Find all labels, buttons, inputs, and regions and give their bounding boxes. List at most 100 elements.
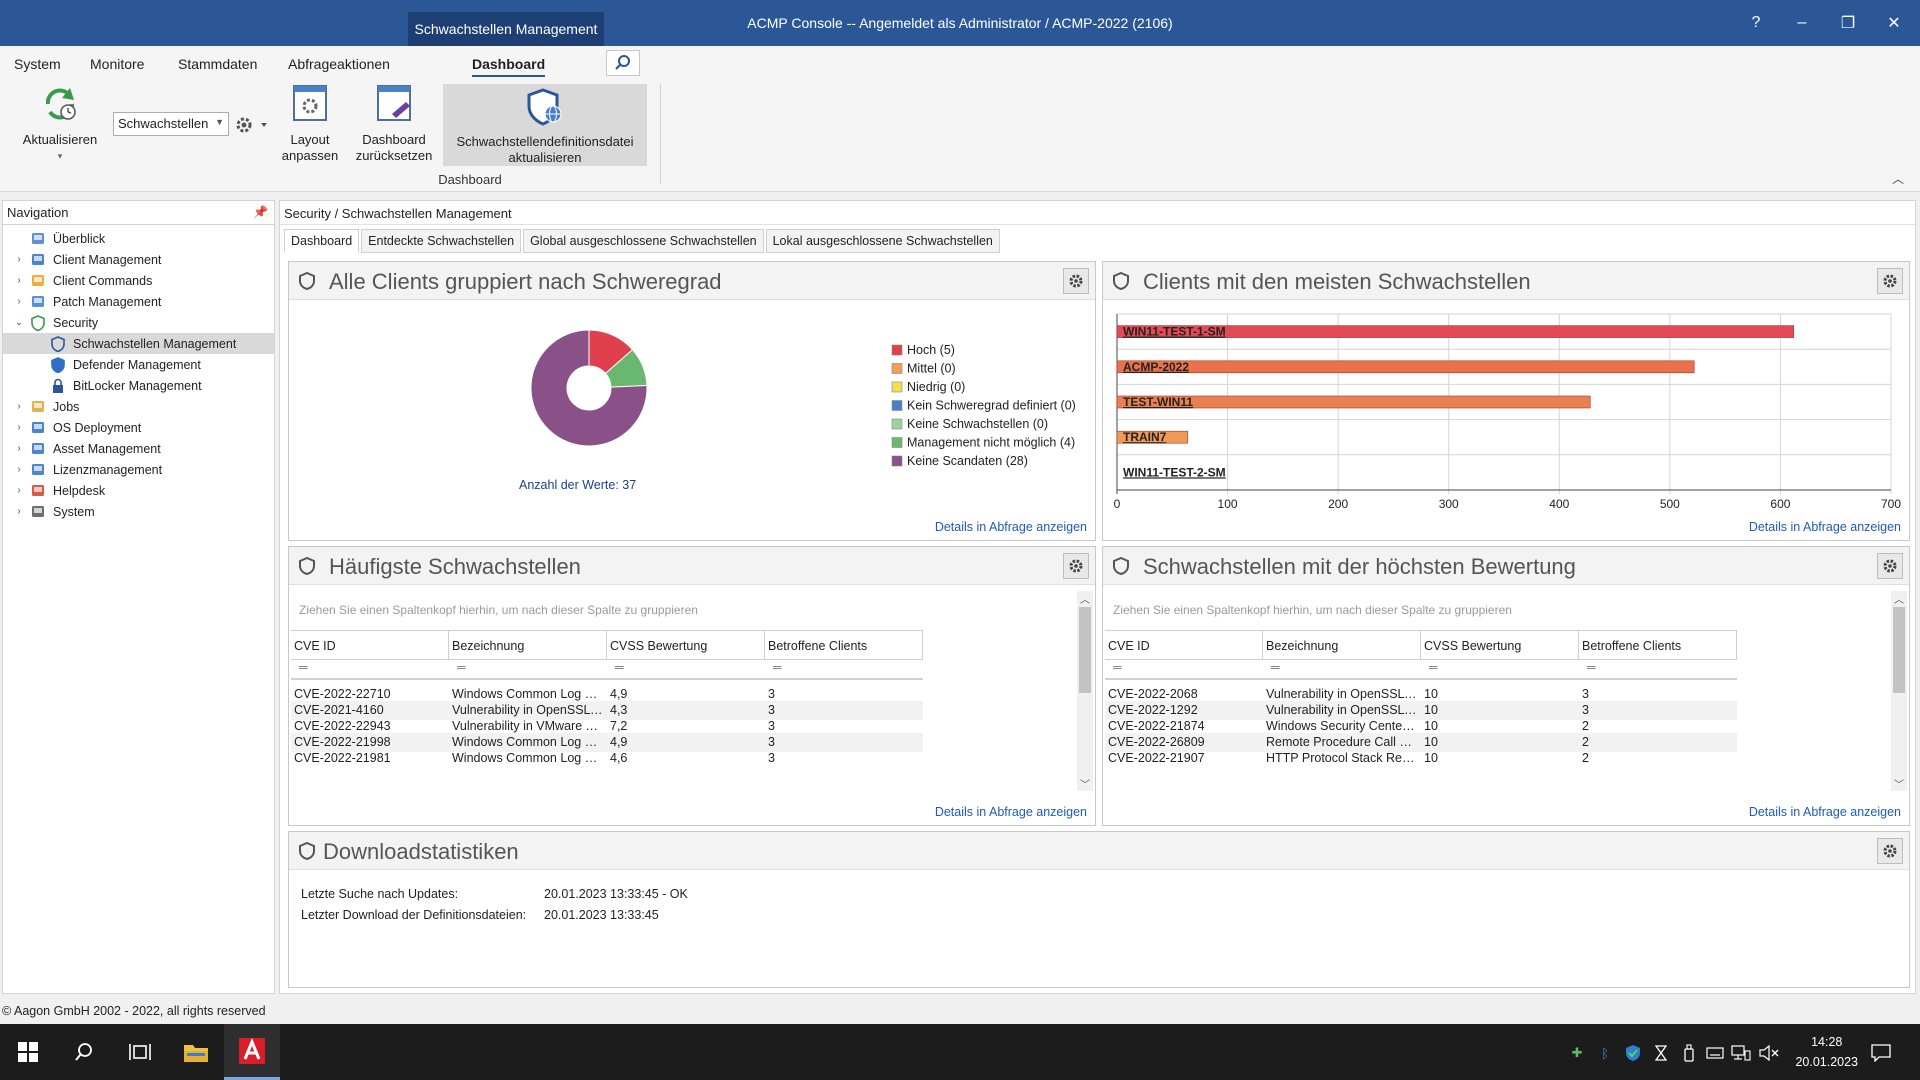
usb-tray-icon[interactable] — [1678, 1042, 1700, 1064]
tab-global-ausgeschlossen[interactable]: Global ausgeschlossene Schwachstellen — [523, 229, 764, 253]
filter-cell[interactable]: ═ — [449, 660, 607, 678]
expand-chevron-icon[interactable]: › — [13, 275, 25, 286]
column-header[interactable]: Bezeichnung — [1263, 631, 1421, 659]
menu-stammdaten[interactable]: Stammdaten — [178, 56, 257, 72]
column-header[interactable]: CVSS Bewertung — [1421, 631, 1579, 659]
expand-chevron-icon[interactable]: › — [13, 485, 25, 496]
definition-update-button[interactable]: Schwachstellendefinitionsdatei aktualisi… — [443, 84, 647, 166]
nav-item[interactable]: › Lizenzmanagement — [3, 459, 274, 480]
close-button[interactable]: ✕ — [1874, 8, 1914, 38]
pin-icon[interactable]: 📌 — [253, 205, 268, 219]
nav-item[interactable]: › Client Management — [3, 249, 274, 270]
nav-item[interactable]: › Helpdesk — [3, 480, 274, 501]
dashboard-settings-button[interactable] — [234, 114, 268, 139]
task-view-button[interactable] — [112, 1024, 168, 1080]
menu-monitore[interactable]: Monitore — [90, 56, 144, 72]
nav-item[interactable]: Überblick — [3, 228, 274, 249]
scroll-thumb[interactable] — [1893, 607, 1905, 693]
filter-cell[interactable]: ═ — [765, 660, 923, 678]
minimize-button[interactable]: – — [1782, 8, 1822, 38]
puzzle-tray-icon[interactable]: ✚ — [1566, 1042, 1588, 1064]
dashboard-reset-button[interactable]: Dashboard zurücksetzen — [352, 84, 436, 164]
column-header[interactable]: Betroffene Clients — [765, 631, 923, 659]
filter-cell[interactable]: ═ — [607, 660, 765, 678]
tab-entdeckte[interactable]: Entdeckte Schwachstellen — [361, 229, 522, 253]
security-tray-icon[interactable] — [1650, 1042, 1672, 1064]
panel-settings-button[interactable] — [1877, 268, 1903, 294]
column-header[interactable]: CVE ID — [1105, 631, 1263, 659]
keyboard-tray-icon[interactable] — [1704, 1042, 1726, 1064]
nav-item[interactable]: ⌄ Security — [3, 312, 274, 333]
nav-item[interactable]: Schwachstellen Management — [3, 333, 274, 354]
refresh-dropdown-arrow[interactable]: ▾ — [18, 148, 102, 164]
taskbar-search-button[interactable] — [56, 1024, 112, 1080]
nav-item[interactable]: › Jobs — [3, 396, 274, 417]
scroll-down-arrow-icon[interactable]: ﹀ — [1891, 776, 1907, 791]
top-details-link[interactable]: Details in Abfrage anzeigen — [1749, 805, 1901, 819]
expand-chevron-icon[interactable]: › — [13, 254, 25, 265]
nav-item[interactable]: › Patch Management — [3, 291, 274, 312]
expand-chevron-icon[interactable]: › — [13, 506, 25, 517]
panel-settings-button[interactable] — [1877, 838, 1903, 864]
filter-cell[interactable]: ═ — [1263, 660, 1421, 678]
column-header[interactable]: CVSS Bewertung — [607, 631, 765, 659]
filter-cell[interactable]: ═ — [291, 660, 449, 678]
help-button[interactable]: ? — [1736, 8, 1776, 38]
column-header[interactable]: Bezeichnung — [449, 631, 607, 659]
nav-item[interactable]: › Asset Management — [3, 438, 274, 459]
menu-abfrageaktionen[interactable]: Abfrageaktionen — [288, 56, 390, 72]
bar[interactable] — [1116, 360, 1695, 374]
group-by-hint[interactable]: Ziehen Sie einen Spaltenkopf hierhin, um… — [1113, 603, 1512, 617]
panel-settings-button[interactable] — [1063, 268, 1089, 294]
vertical-scrollbar[interactable]: ︿ ﹀ — [1891, 591, 1907, 791]
restore-button[interactable]: ❐ — [1828, 8, 1868, 38]
volume-muted-icon[interactable] — [1758, 1042, 1780, 1064]
table-row[interactable]: CVE-2022-21907 HTTP Protocol Stack Remote… — [1105, 749, 1737, 768]
filter-cell[interactable]: ═ — [1421, 660, 1579, 678]
nav-item[interactable]: › OS Deployment — [3, 417, 274, 438]
filter-cell[interactable]: ═ — [1105, 660, 1263, 678]
acmp-console-taskbar-button[interactable] — [224, 1024, 280, 1080]
bluetooth-icon[interactable]: ᛒ — [1594, 1042, 1616, 1064]
taskbar-clock[interactable]: 14:28 20.01.2023 — [1795, 1032, 1858, 1072]
panel-settings-button[interactable] — [1063, 553, 1089, 579]
scroll-thumb[interactable] — [1079, 607, 1091, 693]
start-button[interactable] — [0, 1024, 56, 1080]
table-row[interactable]: CVE-2022-21981 Windows Common Log File Sy… — [291, 749, 923, 768]
vertical-scrollbar[interactable]: ︿ ﹀ — [1077, 591, 1093, 791]
expand-chevron-icon[interactable]: › — [13, 443, 25, 454]
network-tray-icon[interactable] — [1730, 1042, 1752, 1064]
tab-lokal-ausgeschlossen[interactable]: Lokal ausgeschlossene Schwachstellen — [765, 229, 1000, 253]
defender-tray-icon[interactable] — [1622, 1042, 1644, 1064]
expand-chevron-icon[interactable]: › — [13, 464, 25, 475]
common-details-link[interactable]: Details in Abfrage anzeigen — [935, 805, 1087, 819]
tab-dashboard[interactable]: Dashboard — [284, 229, 360, 253]
expand-chevron-icon[interactable]: › — [13, 422, 25, 433]
scroll-down-arrow-icon[interactable]: ﹀ — [1077, 776, 1093, 791]
nav-item[interactable]: › Client Commands — [3, 270, 274, 291]
column-header[interactable]: Betroffene Clients — [1579, 631, 1737, 659]
filter-cell[interactable]: ═ — [1579, 660, 1737, 678]
scroll-up-arrow-icon[interactable]: ︿ — [1891, 591, 1907, 606]
menu-system[interactable]: System — [14, 56, 61, 72]
dashboard-select[interactable]: Schwachstellen ▼ — [113, 112, 229, 136]
nav-item[interactable]: BitLocker Management — [3, 375, 274, 396]
group-by-hint[interactable]: Ziehen Sie einen Spaltenkopf hierhin, um… — [299, 603, 698, 617]
ribbon-search-button[interactable] — [606, 50, 640, 76]
layout-anpassen-button[interactable]: Layout anpassen — [280, 84, 340, 164]
expand-chevron-icon[interactable]: ⌄ — [13, 317, 25, 328]
file-explorer-button[interactable] — [168, 1024, 224, 1080]
expand-chevron-icon[interactable]: › — [13, 296, 25, 307]
nav-item[interactable]: › System — [3, 501, 274, 522]
refresh-button[interactable]: Aktualisieren ▾ — [18, 84, 102, 164]
panel-settings-button[interactable] — [1877, 553, 1903, 579]
nav-item[interactable]: Defender Management — [3, 354, 274, 375]
notification-center-button[interactable] — [1870, 1042, 1892, 1064]
menu-dashboard[interactable]: Dashboard — [472, 56, 546, 77]
ribbon-collapse-icon[interactable]: ︿ — [1892, 170, 1904, 187]
bar-details-link[interactable]: Details in Abfrage anzeigen — [1749, 520, 1901, 534]
column-header[interactable]: CVE ID — [291, 631, 449, 659]
expand-chevron-icon[interactable]: › — [13, 401, 25, 412]
scroll-up-arrow-icon[interactable]: ︿ — [1077, 591, 1093, 606]
pie-details-link[interactable]: Details in Abfrage anzeigen — [935, 520, 1087, 534]
